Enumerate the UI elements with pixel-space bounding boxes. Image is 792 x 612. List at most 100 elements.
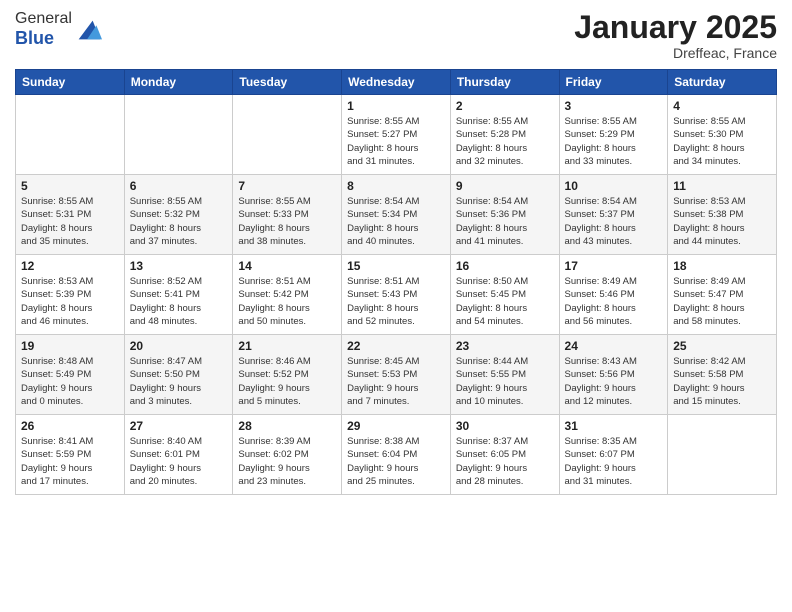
day-number: 26 (21, 419, 119, 433)
day-cell (16, 95, 125, 175)
day-cell: 8Sunrise: 8:54 AM Sunset: 5:34 PM Daylig… (342, 175, 451, 255)
day-number: 12 (21, 259, 119, 273)
day-info: Sunrise: 8:42 AM Sunset: 5:58 PM Dayligh… (673, 355, 771, 408)
day-info: Sunrise: 8:53 AM Sunset: 5:38 PM Dayligh… (673, 195, 771, 248)
day-number: 18 (673, 259, 771, 273)
day-cell: 6 Sunrise: 8:55 AM Sunset: 5:32 PM Daylig… (124, 175, 233, 255)
week-row-2: 12 Sunrise: 8:53 AM Sunset: 5:39 PM Dayli… (16, 255, 777, 335)
day-info: Sunrise: 8:49 AM Sunset: 5:47 PM Dayligh… (673, 275, 771, 328)
day-cell: 10Sunrise: 8:54 AM Sunset: 5:37 PM Dayli… (559, 175, 668, 255)
day-info: Sunrise: 8:37 AM Sunset: 6:05 PM Dayligh… (456, 435, 554, 488)
day-info: Sunrise: 8:40 AM Sunset: 6:01 PM Dayligh… (130, 435, 228, 488)
day-cell: 29 Sunrise: 8:38 AM Sunset: 6:04 PM Dayli… (342, 415, 451, 495)
day-info: Sunrise: 8:49 AM Sunset: 5:46 PM Dayligh… (565, 275, 663, 328)
day-cell: 25 Sunrise: 8:42 AM Sunset: 5:58 PM Dayli… (668, 335, 777, 415)
logo-blue: Blue (15, 28, 54, 48)
day-info: Sunrise: 8:55 AM Sunset: 5:27 PM Dayligh… (347, 115, 445, 168)
day-info: Sunrise: 8:50 AM Sunset: 5:45 PM Dayligh… (456, 275, 554, 328)
day-number: 31 (565, 419, 663, 433)
day-cell: 26 Sunrise: 8:41 AM Sunset: 5:59 PM Dayli… (16, 415, 125, 495)
week-row-1: 5Sunrise: 8:55 AM Sunset: 5:31 PM Daylig… (16, 175, 777, 255)
day-number: 19 (21, 339, 119, 353)
day-number: 13 (130, 259, 228, 273)
week-row-3: 19 Sunrise: 8:48 AM Sunset: 5:49 PM Dayli… (16, 335, 777, 415)
day-info: Sunrise: 8:52 AM Sunset: 5:41 PM Dayligh… (130, 275, 228, 328)
day-number: 24 (565, 339, 663, 353)
weekday-header-thursday: Thursday (450, 70, 559, 95)
day-info: Sunrise: 8:35 AM Sunset: 6:07 PM Dayligh… (565, 435, 663, 488)
calendar-body: 1 Sunrise: 8:55 AM Sunset: 5:27 PM Daylig… (16, 95, 777, 495)
day-info: Sunrise: 8:54 AM Sunset: 5:37 PM Dayligh… (565, 195, 663, 248)
day-number: 9 (456, 179, 554, 193)
day-cell (233, 95, 342, 175)
day-cell: 5Sunrise: 8:55 AM Sunset: 5:31 PM Daylig… (16, 175, 125, 255)
day-number: 11 (673, 179, 771, 193)
day-cell (668, 415, 777, 495)
weekday-header-wednesday: Wednesday (342, 70, 451, 95)
day-cell: 13 Sunrise: 8:52 AM Sunset: 5:41 PM Dayli… (124, 255, 233, 335)
day-cell: 19 Sunrise: 8:48 AM Sunset: 5:49 PM Dayli… (16, 335, 125, 415)
day-info: Sunrise: 8:55 AM Sunset: 5:32 PM Dayligh… (130, 195, 228, 248)
day-info: Sunrise: 8:46 AM Sunset: 5:52 PM Dayligh… (238, 355, 336, 408)
day-info: Sunrise: 8:44 AM Sunset: 5:55 PM Dayligh… (456, 355, 554, 408)
day-info: Sunrise: 8:51 AM Sunset: 5:43 PM Dayligh… (347, 275, 445, 328)
day-info: Sunrise: 8:53 AM Sunset: 5:39 PM Dayligh… (21, 275, 119, 328)
day-cell: 14 Sunrise: 8:51 AM Sunset: 5:42 PM Dayli… (233, 255, 342, 335)
day-number: 23 (456, 339, 554, 353)
day-number: 6 (130, 179, 228, 193)
day-cell: 28 Sunrise: 8:39 AM Sunset: 6:02 PM Dayli… (233, 415, 342, 495)
weekday-header-friday: Friday (559, 70, 668, 95)
day-info: Sunrise: 8:48 AM Sunset: 5:49 PM Dayligh… (21, 355, 119, 408)
calendar-header: SundayMondayTuesdayWednesdayThursdayFrid… (16, 70, 777, 95)
day-cell: 16 Sunrise: 8:50 AM Sunset: 5:45 PM Dayli… (450, 255, 559, 335)
day-info: Sunrise: 8:55 AM Sunset: 5:29 PM Dayligh… (565, 115, 663, 168)
day-info: Sunrise: 8:54 AM Sunset: 5:36 PM Dayligh… (456, 195, 554, 248)
day-cell: 31 Sunrise: 8:35 AM Sunset: 6:07 PM Dayli… (559, 415, 668, 495)
day-cell: 20Sunrise: 8:47 AM Sunset: 5:50 PM Dayli… (124, 335, 233, 415)
day-info: Sunrise: 8:43 AM Sunset: 5:56 PM Dayligh… (565, 355, 663, 408)
day-cell: 30Sunrise: 8:37 AM Sunset: 6:05 PM Dayli… (450, 415, 559, 495)
day-number: 25 (673, 339, 771, 353)
day-info: Sunrise: 8:55 AM Sunset: 5:31 PM Dayligh… (21, 195, 119, 248)
logo-icon (74, 16, 102, 44)
weekday-header-saturday: Saturday (668, 70, 777, 95)
day-cell: 12 Sunrise: 8:53 AM Sunset: 5:39 PM Dayli… (16, 255, 125, 335)
day-number: 3 (565, 99, 663, 113)
day-number: 17 (565, 259, 663, 273)
day-info: Sunrise: 8:47 AM Sunset: 5:50 PM Dayligh… (130, 355, 228, 408)
day-cell: 27Sunrise: 8:40 AM Sunset: 6:01 PM Dayli… (124, 415, 233, 495)
logo-general: General (15, 10, 72, 27)
day-cell: 23 Sunrise: 8:44 AM Sunset: 5:55 PM Dayli… (450, 335, 559, 415)
logo: General Blue (15, 10, 102, 49)
day-cell: 22Sunrise: 8:45 AM Sunset: 5:53 PM Dayli… (342, 335, 451, 415)
day-number: 8 (347, 179, 445, 193)
day-info: Sunrise: 8:39 AM Sunset: 6:02 PM Dayligh… (238, 435, 336, 488)
day-info: Sunrise: 8:41 AM Sunset: 5:59 PM Dayligh… (21, 435, 119, 488)
logo-text: General Blue (15, 10, 72, 49)
week-row-4: 26 Sunrise: 8:41 AM Sunset: 5:59 PM Dayli… (16, 415, 777, 495)
calendar: SundayMondayTuesdayWednesdayThursdayFrid… (15, 69, 777, 495)
day-number: 15 (347, 259, 445, 273)
day-cell: 2Sunrise: 8:55 AM Sunset: 5:28 PM Daylig… (450, 95, 559, 175)
day-cell: 17 Sunrise: 8:49 AM Sunset: 5:46 PM Dayli… (559, 255, 668, 335)
day-number: 1 (347, 99, 445, 113)
day-cell: 9 Sunrise: 8:54 AM Sunset: 5:36 PM Daylig… (450, 175, 559, 255)
day-number: 14 (238, 259, 336, 273)
weekday-row: SundayMondayTuesdayWednesdayThursdayFrid… (16, 70, 777, 95)
day-number: 16 (456, 259, 554, 273)
week-row-0: 1 Sunrise: 8:55 AM Sunset: 5:27 PM Daylig… (16, 95, 777, 175)
page: General Blue January 2025 Dreffeac, Fran… (0, 0, 792, 612)
day-cell: 3 Sunrise: 8:55 AM Sunset: 5:29 PM Daylig… (559, 95, 668, 175)
day-info: Sunrise: 8:55 AM Sunset: 5:33 PM Dayligh… (238, 195, 336, 248)
day-cell: 1 Sunrise: 8:55 AM Sunset: 5:27 PM Daylig… (342, 95, 451, 175)
location: Dreffeac, France (574, 45, 777, 61)
day-info: Sunrise: 8:51 AM Sunset: 5:42 PM Dayligh… (238, 275, 336, 328)
day-cell (124, 95, 233, 175)
day-number: 2 (456, 99, 554, 113)
day-cell: 11 Sunrise: 8:53 AM Sunset: 5:38 PM Dayli… (668, 175, 777, 255)
weekday-header-sunday: Sunday (16, 70, 125, 95)
day-number: 22 (347, 339, 445, 353)
day-number: 28 (238, 419, 336, 433)
day-number: 29 (347, 419, 445, 433)
day-info: Sunrise: 8:38 AM Sunset: 6:04 PM Dayligh… (347, 435, 445, 488)
